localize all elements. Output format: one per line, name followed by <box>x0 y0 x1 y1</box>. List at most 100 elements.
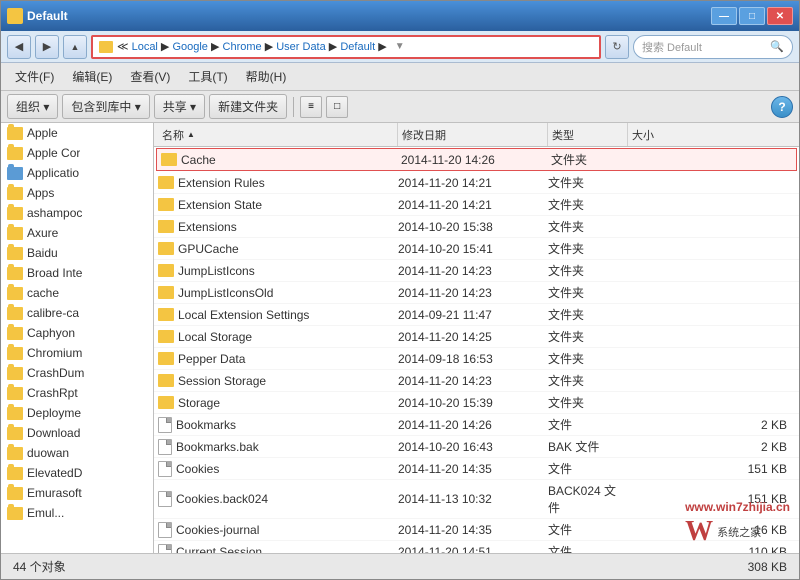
file-row-localextensionsettings[interactable]: Local Extension Settings 2014-09-21 11:4… <box>154 304 799 326</box>
up-button[interactable]: ▲ <box>63 35 87 59</box>
menu-edit[interactable]: 编辑(E) <box>64 66 120 87</box>
file-row-cookiesback024[interactable]: Cookies.back024 2014-11-13 10:32 BACK024… <box>154 480 799 519</box>
file-type: BACK024 文件 <box>548 482 628 516</box>
file-name: Bookmarks <box>158 417 398 433</box>
sidebar-item-duowan[interactable]: duowan <box>1 443 153 463</box>
address-dropdown-arrow[interactable]: ▼ <box>395 41 405 52</box>
file-row-storage[interactable]: Storage 2014-10-20 15:39 文件夹 <box>154 392 799 414</box>
col-header-name[interactable]: 名称 ▲ <box>158 123 398 146</box>
path-userdata[interactable]: User Data <box>276 41 326 53</box>
file-row-cookiesjournal[interactable]: Cookies-journal 2014-11-20 14:35 文件 16 K… <box>154 519 799 541</box>
menu-bar: 文件(F) 编辑(E) 查看(V) 工具(T) 帮助(H) <box>1 63 799 91</box>
path-google[interactable]: Google <box>172 41 207 53</box>
new-folder-button[interactable]: 新建文件夹 <box>209 94 287 119</box>
sidebar-item-apple[interactable]: Apple <box>1 123 153 143</box>
file-label: Cookies <box>176 462 219 476</box>
folder-icon <box>7 487 23 500</box>
sidebar-item-download[interactable]: Download <box>1 423 153 443</box>
file-row-jumplisticons[interactable]: JumpListIcons 2014-11-20 14:23 文件夹 <box>154 260 799 282</box>
file-row-cache[interactable]: Cache 2014-11-20 14:26 文件夹 <box>156 148 797 171</box>
file-date: 2014-11-20 14:23 <box>398 374 548 388</box>
sidebar-item-calibre[interactable]: calibre-ca <box>1 303 153 323</box>
file-size: 2 KB <box>628 418 795 432</box>
file-row-extensionrules[interactable]: Extension Rules 2014-11-20 14:21 文件夹 <box>154 172 799 194</box>
file-name: Storage <box>158 396 398 410</box>
preview-button[interactable]: □ <box>326 96 348 118</box>
file-size: 110 KB <box>628 545 795 554</box>
sidebar-label: ashampoc <box>27 206 82 220</box>
window-title: Default <box>27 9 68 23</box>
file-icon <box>158 461 172 477</box>
file-row-localstorage[interactable]: Local Storage 2014-11-20 14:25 文件夹 <box>154 326 799 348</box>
organize-button[interactable]: 组织 ▾ <box>7 94 58 119</box>
path-local[interactable]: Local <box>132 41 158 53</box>
file-label: Extension State <box>178 198 262 212</box>
folder-icon <box>158 264 174 277</box>
file-date: 2014-11-20 14:35 <box>398 523 548 537</box>
path-default[interactable]: Default <box>340 41 375 53</box>
sidebar-item-deployme[interactable]: Deployme <box>1 403 153 423</box>
file-row-extensions[interactable]: Extensions 2014-10-20 15:38 文件夹 <box>154 216 799 238</box>
toolbar2: 组织 ▾ 包含到库中 ▾ 共享 ▾ 新建文件夹 ≡ □ ? <box>1 91 799 123</box>
col-header-size[interactable]: 大小 <box>628 123 795 146</box>
refresh-button[interactable]: ↻ <box>605 35 629 59</box>
file-row-extensionstate[interactable]: Extension State 2014-11-20 14:21 文件夹 <box>154 194 799 216</box>
view-toggle-button[interactable]: ≡ <box>300 96 322 118</box>
sidebar-item-baidu[interactable]: Baidu <box>1 243 153 263</box>
search-box[interactable]: 搜索 Default 🔍 <box>633 35 793 59</box>
menu-view[interactable]: 查看(V) <box>122 66 178 87</box>
help-button[interactable]: ? <box>771 96 793 118</box>
column-headers: 名称 ▲ 修改日期 类型 大小 <box>154 123 799 147</box>
folder-icon <box>7 267 23 280</box>
sidebar-item-chromium[interactable]: Chromium <box>1 343 153 363</box>
close-button[interactable]: ✕ <box>767 7 793 25</box>
file-type: 文件夹 <box>548 372 628 389</box>
sidebar-item-applicatio[interactable]: Applicatio <box>1 163 153 183</box>
file-list: Cache 2014-11-20 14:26 文件夹 Extension Rul… <box>154 147 799 553</box>
minimize-button[interactable]: — <box>711 7 737 25</box>
file-row-bookmarks[interactable]: Bookmarks 2014-11-20 14:26 文件 2 KB <box>154 414 799 436</box>
sidebar-item-applecor[interactable]: Apple Cor <box>1 143 153 163</box>
file-name-cache: Cache <box>161 153 401 167</box>
sidebar-item-axure[interactable]: Axure <box>1 223 153 243</box>
file-label: Extensions <box>178 220 237 234</box>
file-row-currentsession[interactable]: Current Session 2014-11-20 14:51 文件 110 … <box>154 541 799 553</box>
file-label: Local Storage <box>178 330 252 344</box>
file-row-jumplisticonsold[interactable]: JumpListIconsOld 2014-11-20 14:23 文件夹 <box>154 282 799 304</box>
file-row-bookmarksbak[interactable]: Bookmarks.bak 2014-10-20 16:43 BAK 文件 2 … <box>154 436 799 458</box>
file-row-pepperdata[interactable]: Pepper Data 2014-09-18 16:53 文件夹 <box>154 348 799 370</box>
sidebar-item-emul[interactable]: Emul... <box>1 503 153 523</box>
menu-file[interactable]: 文件(F) <box>7 66 62 87</box>
forward-button[interactable]: ▶ <box>35 35 59 59</box>
sidebar-item-apps[interactable]: Apps <box>1 183 153 203</box>
sidebar-item-ashampoc[interactable]: ashampoc <box>1 203 153 223</box>
file-row-gpucache[interactable]: GPUCache 2014-10-20 15:41 文件夹 <box>154 238 799 260</box>
sidebar-item-emurasoft[interactable]: Emurasoft <box>1 483 153 503</box>
file-row-cookies[interactable]: Cookies 2014-11-20 14:35 文件 151 KB <box>154 458 799 480</box>
path-chrome[interactable]: Chrome <box>223 41 262 53</box>
folder-icon <box>158 352 174 365</box>
file-date-cache: 2014-11-20 14:26 <box>401 153 551 167</box>
sidebar-item-caphyon[interactable]: Caphyon <box>1 323 153 343</box>
maximize-button[interactable]: □ <box>739 7 765 25</box>
back-button[interactable]: ◀ <box>7 35 31 59</box>
file-name: Cookies.back024 <box>158 491 398 507</box>
sidebar-item-broad[interactable]: Broad Inte <box>1 263 153 283</box>
menu-tools[interactable]: 工具(T) <box>180 66 235 87</box>
sidebar-item-cache[interactable]: cache <box>1 283 153 303</box>
file-name: Pepper Data <box>158 352 398 366</box>
status-size: 308 KB <box>748 560 787 574</box>
address-box[interactable]: ≪ Local ▶ Google ▶ Chrome ▶ User Data ▶ … <box>91 35 601 59</box>
include-button[interactable]: 包含到库中 ▾ <box>62 94 149 119</box>
file-name: Bookmarks.bak <box>158 439 398 455</box>
file-date: 2014-09-18 16:53 <box>398 352 548 366</box>
menu-help[interactable]: 帮助(H) <box>238 66 295 87</box>
sidebar-item-elevatedd[interactable]: ElevatedD <box>1 463 153 483</box>
sidebar-item-crashdum[interactable]: CrashDum <box>1 363 153 383</box>
sidebar-item-crashrpt[interactable]: CrashRpt <box>1 383 153 403</box>
col-header-type[interactable]: 类型 <box>548 123 628 146</box>
folder-icon <box>158 176 174 189</box>
col-header-date[interactable]: 修改日期 <box>398 123 548 146</box>
share-button[interactable]: 共享 ▾ <box>154 94 205 119</box>
file-row-sessionstorage[interactable]: Session Storage 2014-11-20 14:23 文件夹 <box>154 370 799 392</box>
